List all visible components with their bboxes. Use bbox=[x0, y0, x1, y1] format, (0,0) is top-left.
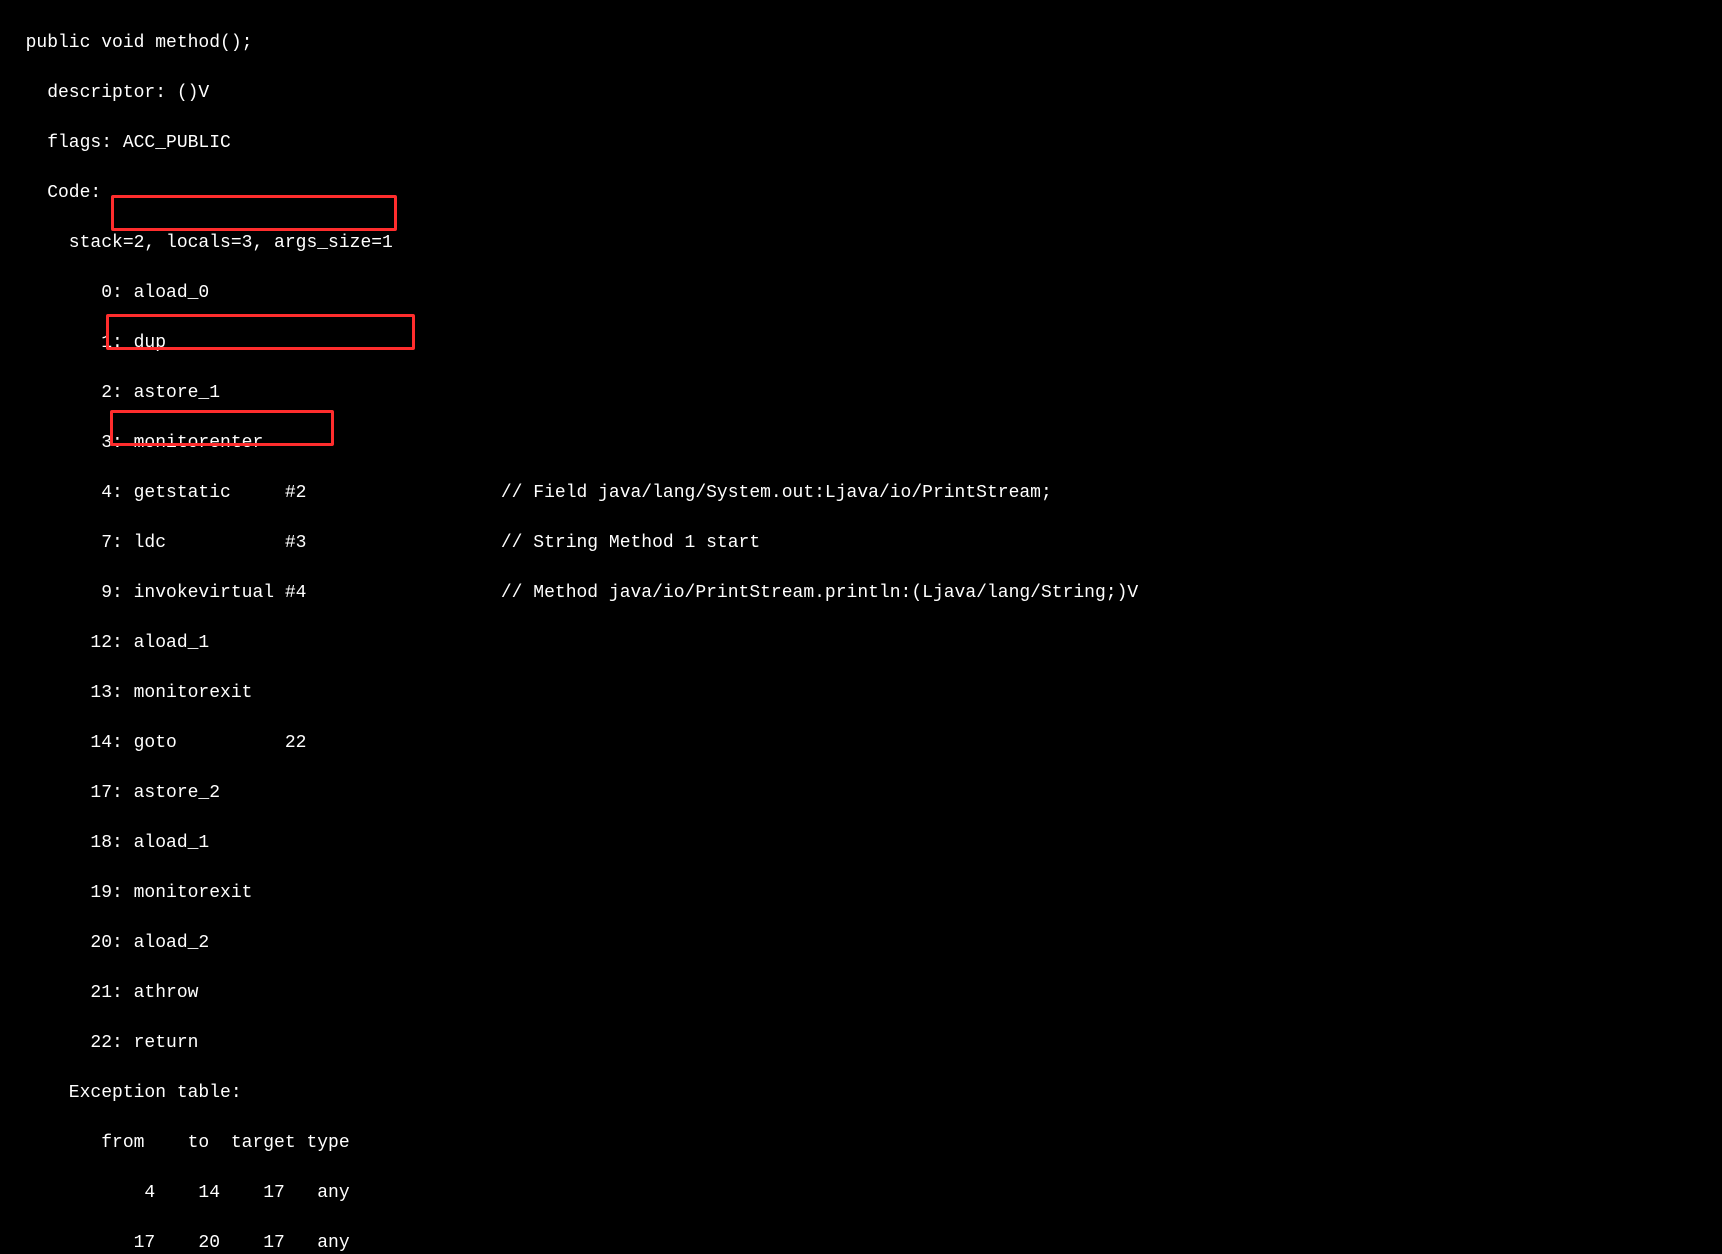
code-line: 0: aload_0 bbox=[4, 281, 1722, 306]
code-line: 1: dup bbox=[4, 331, 1722, 356]
code-line: public void method(); bbox=[4, 31, 1722, 56]
code-line: Code: bbox=[4, 181, 1722, 206]
code-line: 18: aload_1 bbox=[4, 831, 1722, 856]
code-line: 7: ldc #3 // String Method 1 start bbox=[4, 531, 1722, 556]
code-line: 19: monitorexit bbox=[4, 881, 1722, 906]
code-line: 2: astore_1 bbox=[4, 381, 1722, 406]
code-line: descriptor: ()V bbox=[4, 81, 1722, 106]
code-line: 9: invokevirtual #4 // Method java/io/Pr… bbox=[4, 581, 1722, 606]
code-line: stack=2, locals=3, args_size=1 bbox=[4, 231, 1722, 256]
code-line: 13: monitorexit bbox=[4, 681, 1722, 706]
code-line: Exception table: bbox=[4, 1081, 1722, 1106]
code-line: 4 14 17 any bbox=[4, 1181, 1722, 1206]
code-line: 20: aload_2 bbox=[4, 931, 1722, 956]
code-line: 14: goto 22 bbox=[4, 731, 1722, 756]
code-line: 4: getstatic #2 // Field java/lang/Syste… bbox=[4, 481, 1722, 506]
code-line: 21: athrow bbox=[4, 981, 1722, 1006]
code-line: 3: monitorenter bbox=[4, 431, 1722, 456]
code-line: from to target type bbox=[4, 1131, 1722, 1156]
code-line: 17 20 17 any bbox=[4, 1231, 1722, 1254]
bytecode-terminal: public void method(); descriptor: ()V fl… bbox=[0, 0, 1722, 1254]
code-line: flags: ACC_PUBLIC bbox=[4, 131, 1722, 156]
code-line: 22: return bbox=[4, 1031, 1722, 1056]
code-line: 17: astore_2 bbox=[4, 781, 1722, 806]
code-line: 12: aload_1 bbox=[4, 631, 1722, 656]
